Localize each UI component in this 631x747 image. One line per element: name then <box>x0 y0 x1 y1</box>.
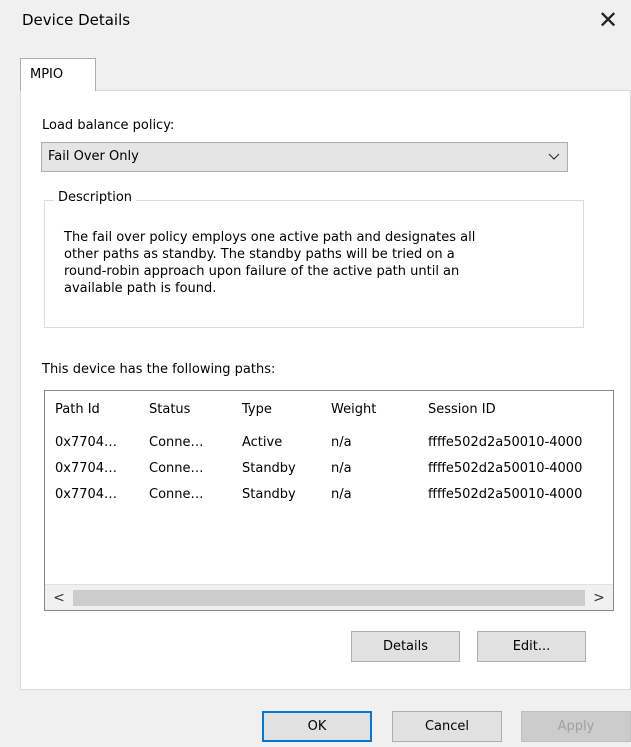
tab-label: MPIO <box>30 67 64 82</box>
apply-button[interactable]: Apply <box>521 711 631 742</box>
cell-type: Active <box>242 435 283 450</box>
cell-session-id: ffffe502d2a50010-4000 <box>428 461 583 476</box>
title-bar: Device Details ✕ <box>0 0 631 40</box>
description-line: other paths as standby. The standby path… <box>64 247 455 262</box>
edit-button[interactable]: Edit... <box>477 631 586 662</box>
column-header-path-id[interactable]: Path Id <box>55 402 100 417</box>
tab-mpio[interactable]: MPIO <box>20 58 96 91</box>
paths-list[interactable]: Path Id Status Type Weight Session ID 0x… <box>44 390 614 611</box>
cancel-button[interactable]: Cancel <box>392 711 502 742</box>
scroll-left-icon[interactable]: < <box>47 585 71 610</box>
cell-path-id: 0x7704… <box>55 435 118 450</box>
scroll-right-icon[interactable]: > <box>587 585 611 610</box>
description-text: The fail over policy employs one active … <box>64 229 564 297</box>
load-balance-label: Load balance policy: <box>42 118 175 133</box>
cell-status: Conne… <box>149 435 204 450</box>
cell-weight: n/a <box>331 435 352 450</box>
paths-label: This device has the following paths: <box>42 362 276 377</box>
description-line: The fail over policy employs one active … <box>64 230 476 245</box>
cell-type: Standby <box>242 487 296 502</box>
details-button[interactable]: Details <box>351 631 460 662</box>
close-icon[interactable]: ✕ <box>585 0 631 40</box>
description-line: available path is found. <box>64 281 217 296</box>
column-header-weight[interactable]: Weight <box>331 402 376 417</box>
cell-status: Conne… <box>149 461 204 476</box>
load-balance-select[interactable]: Fail Over Only <box>41 142 568 172</box>
scrollbar-thumb[interactable] <box>73 590 585 606</box>
cell-session-id: ffffe502d2a50010-4000 <box>428 435 583 450</box>
cell-type: Standby <box>242 461 296 476</box>
cell-path-id: 0x7704… <box>55 487 118 502</box>
cell-session-id: ffffe502d2a50010-4000 <box>428 487 583 502</box>
cell-weight: n/a <box>331 461 352 476</box>
cell-status: Conne… <box>149 487 204 502</box>
window-title: Device Details <box>22 11 131 29</box>
chevron-down-icon <box>548 153 560 160</box>
column-header-session-id[interactable]: Session ID <box>428 402 496 417</box>
column-header-type[interactable]: Type <box>242 402 272 417</box>
cell-path-id: 0x7704… <box>55 461 118 476</box>
ok-button[interactable]: OK <box>262 711 372 742</box>
load-balance-value: Fail Over Only <box>48 149 139 164</box>
description-line: round-robin approach upon failure of the… <box>64 264 460 279</box>
horizontal-scrollbar[interactable]: < > <box>45 584 613 610</box>
column-header-status[interactable]: Status <box>149 402 190 417</box>
cell-weight: n/a <box>331 487 352 502</box>
description-title: Description <box>54 190 137 205</box>
